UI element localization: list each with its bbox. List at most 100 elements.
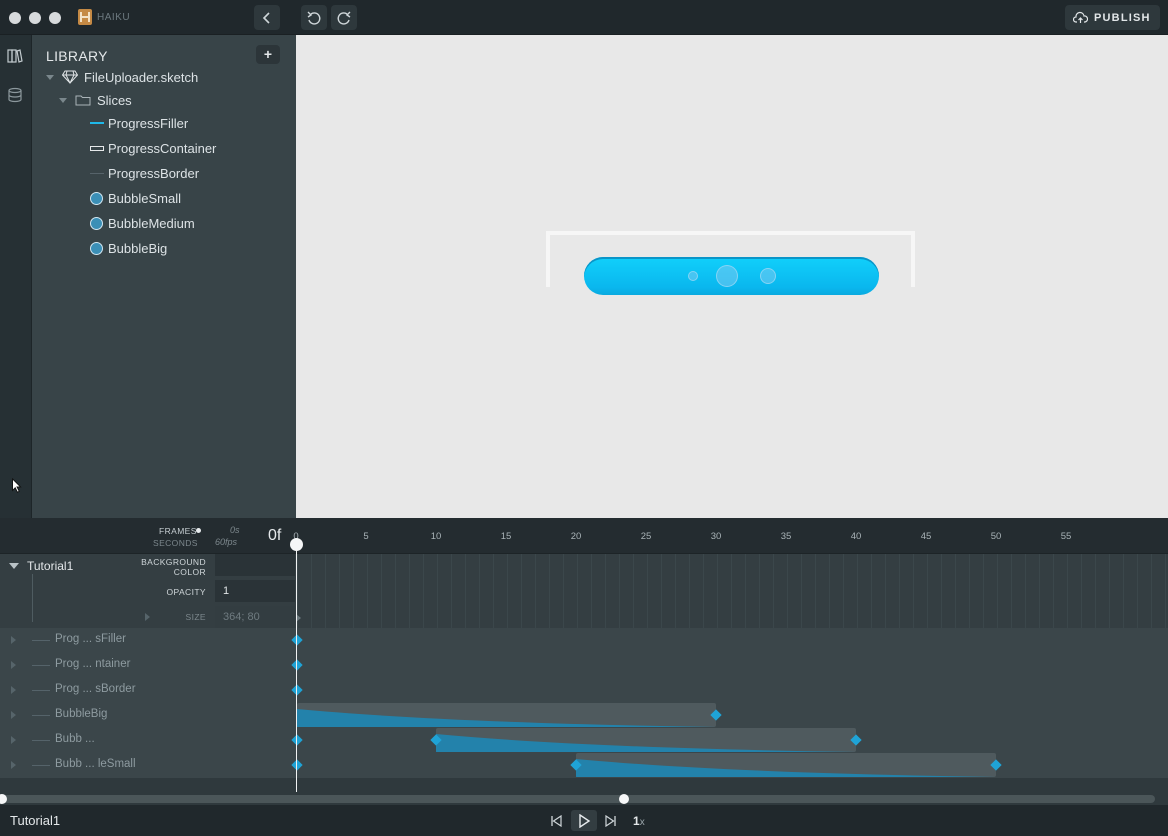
publish-button[interactable]: PUBLISH: [1065, 5, 1160, 30]
skip-back-icon: [551, 814, 562, 827]
expand-row-caret[interactable]: [11, 761, 16, 769]
circle-swatch-icon: [90, 216, 103, 230]
mouse-pointer-icon: [12, 478, 22, 493]
element-rows: Prog ... sFiller Prog ... ntainer Prog .…: [0, 628, 1168, 778]
playhead-handle[interactable]: [290, 538, 303, 551]
footer-component-name: Tutorial1: [10, 813, 61, 828]
keyframe-diamond[interactable]: [291, 734, 303, 746]
element-row-bubble-medium[interactable]: Bubb ...: [55, 733, 95, 745]
circle-swatch-icon: [90, 241, 103, 255]
progress-container-top: [546, 231, 915, 235]
play-icon: [579, 813, 591, 828]
tree-item-label: ProgressBorder: [108, 165, 200, 181]
keyframe-diamond[interactable]: [291, 759, 303, 771]
size-label: SIZE: [185, 612, 206, 622]
ruler-tick-label: 50: [990, 531, 1002, 542]
tree-guide-dash: [32, 715, 50, 716]
opacity-field[interactable]: 1: [215, 580, 295, 602]
skip-forward-button[interactable]: [600, 810, 622, 831]
tween-curve: [436, 734, 856, 752]
tree-item-label: BubbleBig: [108, 240, 168, 256]
timeline-scroll-area: [0, 778, 1168, 796]
timeline-panel: FRAMES SECONDS 0s 60fps 0f 0 5 10 15 20 25 30 3…: [0, 518, 1168, 836]
chevron-left-icon: [262, 11, 270, 24]
component-name[interactable]: Tutorial1: [27, 559, 73, 573]
tree-item-label: BubbleMedium: [108, 215, 195, 231]
tree-item-slices-folder[interactable]: Slices: [59, 90, 132, 110]
element-row-progress-container[interactable]: Prog ... ntainer: [55, 658, 130, 670]
tree-item-bubble-medium[interactable]: BubbleMedium: [90, 213, 195, 233]
expand-row-caret[interactable]: [11, 736, 16, 744]
library-title: LIBRARY: [46, 48, 108, 64]
timeline-ruler[interactable]: FRAMES SECONDS 0s 60fps 0f 0 5 10 15 20 25 30 3…: [0, 518, 1168, 554]
line-swatch-icon: [90, 122, 104, 124]
seconds-toggle-label[interactable]: SECONDS: [153, 538, 198, 548]
tree-item-progress-container[interactable]: ProgressContainer: [90, 138, 216, 158]
add-asset-button[interactable]: +: [256, 45, 280, 64]
speed-value: 1: [633, 814, 640, 828]
redo-icon: [337, 11, 351, 25]
chevron-down-icon[interactable]: [59, 97, 67, 103]
tree-item-bubble-big[interactable]: BubbleBig: [90, 238, 167, 258]
expand-row-caret[interactable]: [11, 661, 16, 669]
bubble-medium[interactable]: [760, 268, 776, 284]
timeline-scrollbar[interactable]: [0, 795, 1155, 803]
background-label-line2: COLOR: [173, 567, 206, 577]
tween-curve: [576, 759, 996, 777]
chevron-down-icon[interactable]: [9, 563, 19, 569]
playback-speed-selector[interactable]: 1x: [633, 814, 645, 828]
element-row-progress-filler[interactable]: Prog ... sFiller: [55, 633, 126, 645]
property-keyframe-grid[interactable]: [297, 554, 1168, 628]
app-brand-label: HAIKU: [97, 12, 131, 23]
cloud-upload-icon: [1073, 11, 1088, 23]
size-field[interactable]: 364; 80: [215, 606, 295, 628]
chevron-down-icon[interactable]: [46, 74, 54, 80]
ruler-tick-label: 40: [850, 531, 862, 542]
tree-item-label: ProgressContainer: [108, 140, 217, 156]
frames-selected-indicator[interactable]: [196, 528, 201, 533]
keyframe-diamond[interactable]: [291, 684, 303, 696]
progress-filler[interactable]: [584, 257, 879, 295]
element-row-bubble-small[interactable]: Bubb ... leSmall: [55, 758, 136, 770]
expand-row-caret[interactable]: [11, 636, 16, 644]
skip-back-button[interactable]: [545, 810, 567, 831]
undo-button[interactable]: [301, 5, 327, 30]
tree-item-sketch-file[interactable]: FileUploader.sketch: [46, 67, 198, 87]
tree-item-bubble-small[interactable]: BubbleSmall: [90, 188, 181, 208]
expand-row-caret[interactable]: [11, 686, 16, 694]
ruler-tick-label: 35: [780, 531, 792, 542]
stage-canvas[interactable]: [296, 35, 1168, 518]
opacity-label: OPACITY: [166, 587, 206, 597]
library-books-icon[interactable]: [7, 48, 23, 64]
ruler-tick-label: 15: [500, 531, 512, 542]
bubble-small[interactable]: [688, 271, 698, 281]
close-window-button[interactable]: [9, 12, 21, 24]
keyframe-diamond[interactable]: [291, 634, 303, 646]
database-icon[interactable]: [7, 87, 23, 103]
ruler-tick-label: 30: [710, 531, 722, 542]
nav-rail: [0, 35, 32, 518]
minimize-window-button[interactable]: [29, 12, 41, 24]
frames-toggle-label[interactable]: FRAMES: [159, 526, 197, 536]
keyframe-diamond[interactable]: [291, 659, 303, 671]
maximize-window-button[interactable]: [49, 12, 61, 24]
background-color-field[interactable]: [215, 554, 295, 576]
redo-button[interactable]: [331, 5, 357, 30]
bubble-big[interactable]: [716, 265, 738, 287]
ruler-tick-label: 5: [363, 531, 369, 542]
ruler-tick-label: 55: [1060, 531, 1072, 542]
tree-item-progress-border[interactable]: ProgressBorder: [90, 163, 199, 183]
time-seconds-readout: 0s: [230, 525, 240, 535]
current-frame-readout: 0f: [268, 527, 282, 544]
tree-item-label: BubbleSmall: [108, 190, 181, 206]
expand-row-caret[interactable]: [11, 711, 16, 719]
haiku-logo-icon: [78, 9, 92, 25]
tree-item-progress-filler[interactable]: ProgressFiller: [90, 113, 188, 133]
circle-swatch-icon: [90, 191, 103, 205]
back-button[interactable]: [254, 5, 280, 30]
ruler-tick-label: 20: [570, 531, 582, 542]
scrollbar-end-handle[interactable]: [619, 794, 629, 804]
play-button[interactable]: [571, 810, 597, 831]
element-row-bubble-big[interactable]: BubbleBig: [55, 708, 107, 720]
element-row-progress-border[interactable]: Prog ... sBorder: [55, 683, 136, 695]
